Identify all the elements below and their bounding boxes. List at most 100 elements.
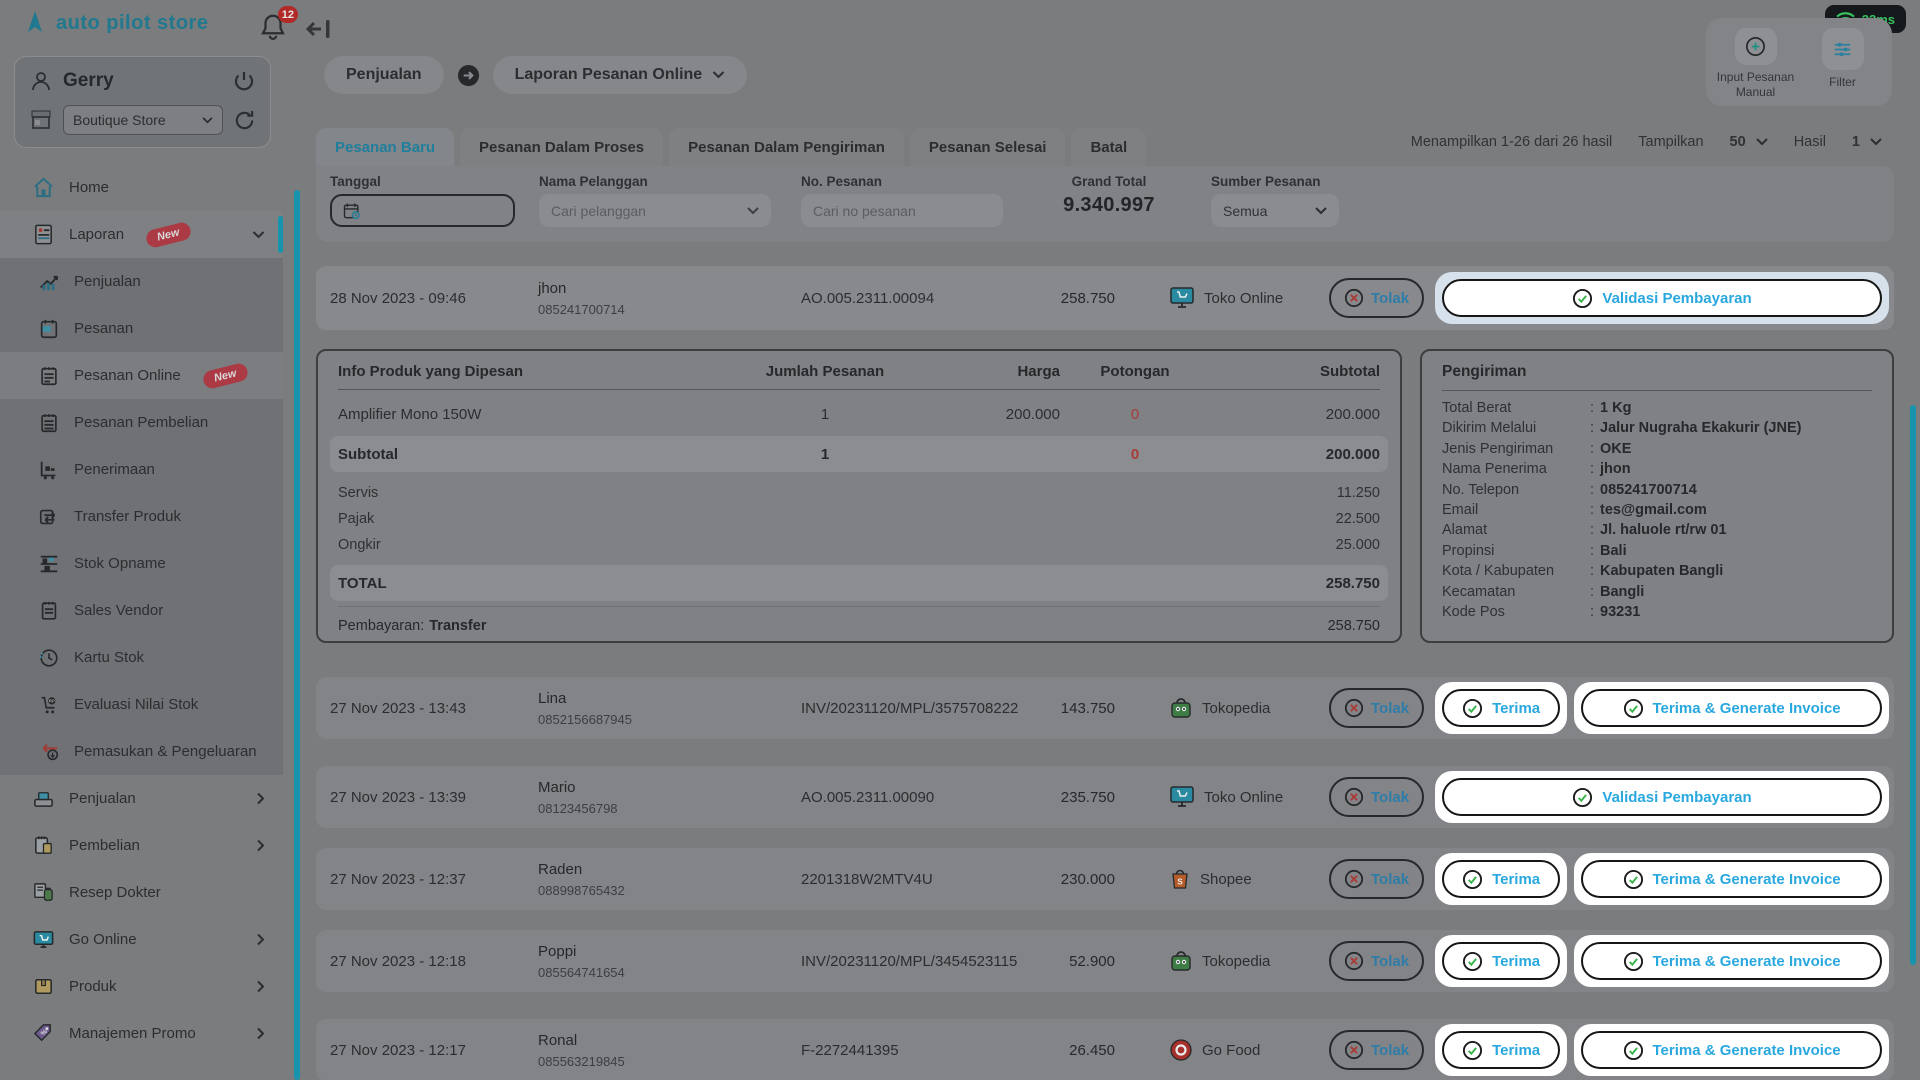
tab-pesanan-baru[interactable]: Pesanan Baru: [316, 128, 454, 166]
sidebar-item-resep-dokter[interactable]: Resep Dokter: [0, 869, 283, 916]
accept-generate-invoice-button[interactable]: Terima & Generate Invoice: [1581, 1031, 1882, 1069]
validate-payment-button[interactable]: Validasi Pembayaran: [1442, 778, 1882, 816]
filter-button[interactable]: Filter: [1800, 28, 1886, 100]
store-selector-value: Boutique Store: [73, 112, 166, 128]
reject-button[interactable]: Tolak: [1329, 688, 1424, 728]
logout-power-icon[interactable]: [232, 69, 256, 93]
accept-generate-invoice-button[interactable]: Terima & Generate Invoice: [1581, 942, 1882, 980]
total-row: TOTAL 258.750: [330, 565, 1388, 601]
sidebar-item-manajemen-promo[interactable]: % Manajemen Promo: [0, 1010, 283, 1057]
reject-button[interactable]: Tolak: [1329, 278, 1424, 318]
order-row[interactable]: 28 Nov 2023 - 09:46 jhon085241700714 AO.…: [316, 266, 1894, 330]
check-circle-icon: [1623, 869, 1644, 890]
accept-generate-invoice-button[interactable]: Terima & Generate Invoice: [1581, 689, 1882, 727]
sidebar-menu: Home Laporan New Penjualan Pesanan: [0, 164, 283, 1057]
new-badge: New: [201, 361, 249, 389]
sidebar-item-stok-opname[interactable]: Stok Opname: [0, 540, 283, 587]
user-icon: [29, 69, 53, 93]
sidebar-item-penjualan[interactable]: Penjualan: [0, 775, 283, 822]
order-row[interactable]: 27 Nov 2023 - 12:17 Ronal085563219845 F-…: [316, 1019, 1894, 1080]
page-label: Hasil: [1794, 134, 1826, 150]
tab-pesanan-dalam-pengiriman[interactable]: Pesanan Dalam Pengiriman: [669, 128, 904, 166]
refresh-icon[interactable]: [233, 109, 256, 132]
tab-pesanan-selesai[interactable]: Pesanan Selesai: [910, 128, 1066, 166]
sidebar-item-laporan-pesanan-online[interactable]: Pesanan Online New: [0, 352, 283, 399]
order-no-filter-input[interactable]: [801, 194, 1003, 227]
reject-button[interactable]: Tolak: [1329, 1030, 1424, 1070]
page-scrollbar[interactable]: [1910, 405, 1916, 965]
sidebar-item-go-online[interactable]: Go Online: [0, 916, 283, 963]
sidebar-item-evaluasi-nilai-stok[interactable]: RP Evaluasi Nilai Stok: [0, 681, 283, 728]
validate-payment-button[interactable]: Validasi Pembayaran: [1442, 279, 1882, 317]
grand-total-value: 9.340.997: [1063, 194, 1155, 217]
breadcrumb-page-dropdown[interactable]: Laporan Pesanan Online: [493, 56, 748, 94]
chevron-down-icon: [747, 207, 759, 215]
spotlight-highlight: Terima: [1435, 853, 1567, 905]
chevron-down-icon: [712, 71, 725, 79]
customer-name: Lina: [538, 690, 566, 707]
chevron-right-icon: [257, 792, 265, 805]
store-selector[interactable]: Boutique Store: [63, 105, 223, 135]
sidebar-item-penerimaan[interactable]: Penerimaan: [0, 446, 283, 493]
order-row[interactable]: 27 Nov 2023 - 13:39 Mario08123456798 AO.…: [316, 766, 1894, 828]
customer-name: Raden: [538, 861, 582, 878]
date-filter-input[interactable]: [362, 203, 492, 219]
payment-row: Pembayaran:Transfer 258.750: [338, 606, 1380, 640]
filter-panel: Tanggal Nama Pelanggan Cari pelanggan No…: [316, 166, 1894, 242]
sidebar: Gerry Boutique Store Home Laporan New: [0, 52, 283, 1080]
chevron-right-icon: [257, 980, 265, 993]
sidebar-item-pesanan-pembelian[interactable]: Pesanan Pembelian: [0, 399, 283, 446]
customer-phone: 085563219845: [538, 1054, 801, 1069]
x-circle-icon: [1344, 288, 1364, 308]
collapse-sidebar-button[interactable]: [306, 16, 332, 42]
customer-filter-select[interactable]: Cari pelanggan: [539, 194, 771, 227]
filter-source-group: Sumber Pesanan Semua: [1211, 174, 1339, 242]
sidebar-item-sales-vendor[interactable]: Sales Vendor: [0, 587, 283, 634]
sidebar-item-pembelian[interactable]: Pembelian: [0, 822, 283, 869]
sidebar-item-kartu-stok[interactable]: Kartu Stok: [0, 634, 283, 681]
page-size-selector[interactable]: 50: [1730, 134, 1768, 150]
go-online-monitor-icon: [32, 928, 55, 951]
user-panel: Gerry Boutique Store: [14, 56, 271, 148]
filter-customer-group: Nama Pelanggan Cari pelanggan: [539, 174, 801, 242]
sidebar-item-laporan[interactable]: Laporan New: [0, 211, 283, 258]
content-scrollbar[interactable]: [294, 190, 300, 1080]
plus-circle-icon: [1744, 35, 1767, 58]
tab-pesanan-dalam-proses[interactable]: Pesanan Dalam Proses: [460, 128, 663, 166]
notifications-button[interactable]: 12: [258, 12, 292, 46]
reject-button[interactable]: Tolak: [1329, 859, 1424, 899]
sidebar-item-laporan-penjualan[interactable]: Penjualan: [0, 258, 283, 305]
accept-button[interactable]: Terima: [1442, 689, 1560, 727]
spotlight-highlight: Validasi Pembayaran: [1435, 272, 1889, 324]
logo-sail-icon: [22, 10, 48, 36]
breadcrumb-section[interactable]: Penjualan: [324, 56, 444, 94]
tab-batal[interactable]: Batal: [1071, 128, 1146, 166]
accept-button[interactable]: Terima: [1442, 1031, 1560, 1069]
sidebar-item-transfer-produk[interactable]: Transfer Produk: [0, 493, 283, 540]
tokopedia-icon: [1169, 949, 1193, 973]
sidebar-item-laporan-pesanan[interactable]: Pesanan: [0, 305, 283, 352]
sidebar-item-pemasukan-pengeluaran[interactable]: Pemasukan & Pengeluaran: [0, 728, 283, 775]
filter-sliders-icon: [1831, 38, 1854, 61]
page-selector[interactable]: 1: [1852, 134, 1882, 150]
sidebar-item-home[interactable]: Home: [0, 164, 283, 211]
date-filter-field[interactable]: [330, 194, 515, 227]
shipping-title: Pengiriman: [1442, 363, 1872, 391]
order-amount: 143.750: [1051, 700, 1115, 717]
accept-button[interactable]: Terima: [1442, 942, 1560, 980]
sidebar-item-produk[interactable]: Produk: [0, 963, 283, 1010]
input-pesanan-manual-button[interactable]: Input Pesanan Manual: [1713, 28, 1799, 100]
order-row[interactable]: 27 Nov 2023 - 12:37 Raden088998765432 22…: [316, 848, 1894, 910]
order-source: Tokopedia: [1169, 949, 1329, 973]
calendar-icon: [342, 201, 362, 221]
order-row[interactable]: 27 Nov 2023 - 12:18 Poppi085564741654 IN…: [316, 930, 1894, 992]
accept-generate-invoice-button[interactable]: Terima & Generate Invoice: [1581, 860, 1882, 898]
order-row[interactable]: 27 Nov 2023 - 13:43 Lina0852156687945 IN…: [316, 677, 1894, 739]
reject-button[interactable]: Tolak: [1329, 941, 1424, 981]
chevron-right-icon: [257, 933, 265, 946]
source-filter-select[interactable]: Semua: [1211, 194, 1339, 227]
check-circle-icon: [1462, 1040, 1483, 1061]
product-name: Amplifier Mono 150W: [338, 406, 740, 423]
reject-button[interactable]: Tolak: [1329, 777, 1424, 817]
accept-button[interactable]: Terima: [1442, 860, 1560, 898]
